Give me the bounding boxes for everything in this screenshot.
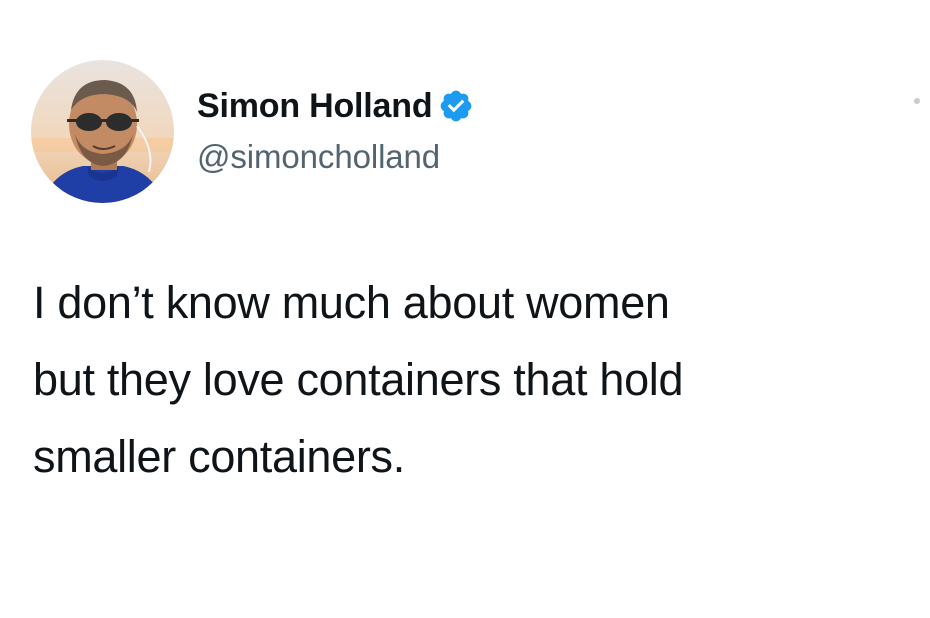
author-avatar[interactable] — [31, 60, 174, 203]
author-display-name[interactable]: Simon Holland — [197, 87, 433, 126]
avatar-photo-icon — [31, 60, 174, 203]
tweet-card: Simon Holland @simoncholland I don’t kno… — [0, 0, 930, 618]
more-options-icon[interactable] — [914, 98, 920, 104]
tweet-text: I don’t know much about women but they l… — [33, 264, 913, 495]
author-name-row[interactable]: Simon Holland — [197, 84, 474, 128]
verified-badge-icon — [438, 88, 474, 124]
tweet-text-line: but they love containers that hold — [33, 354, 684, 405]
tweet-text-line: smaller containers. — [33, 431, 405, 482]
tweet-text-line: I don’t know much about women — [33, 277, 670, 328]
author-handle[interactable]: @simoncholland — [197, 138, 440, 176]
